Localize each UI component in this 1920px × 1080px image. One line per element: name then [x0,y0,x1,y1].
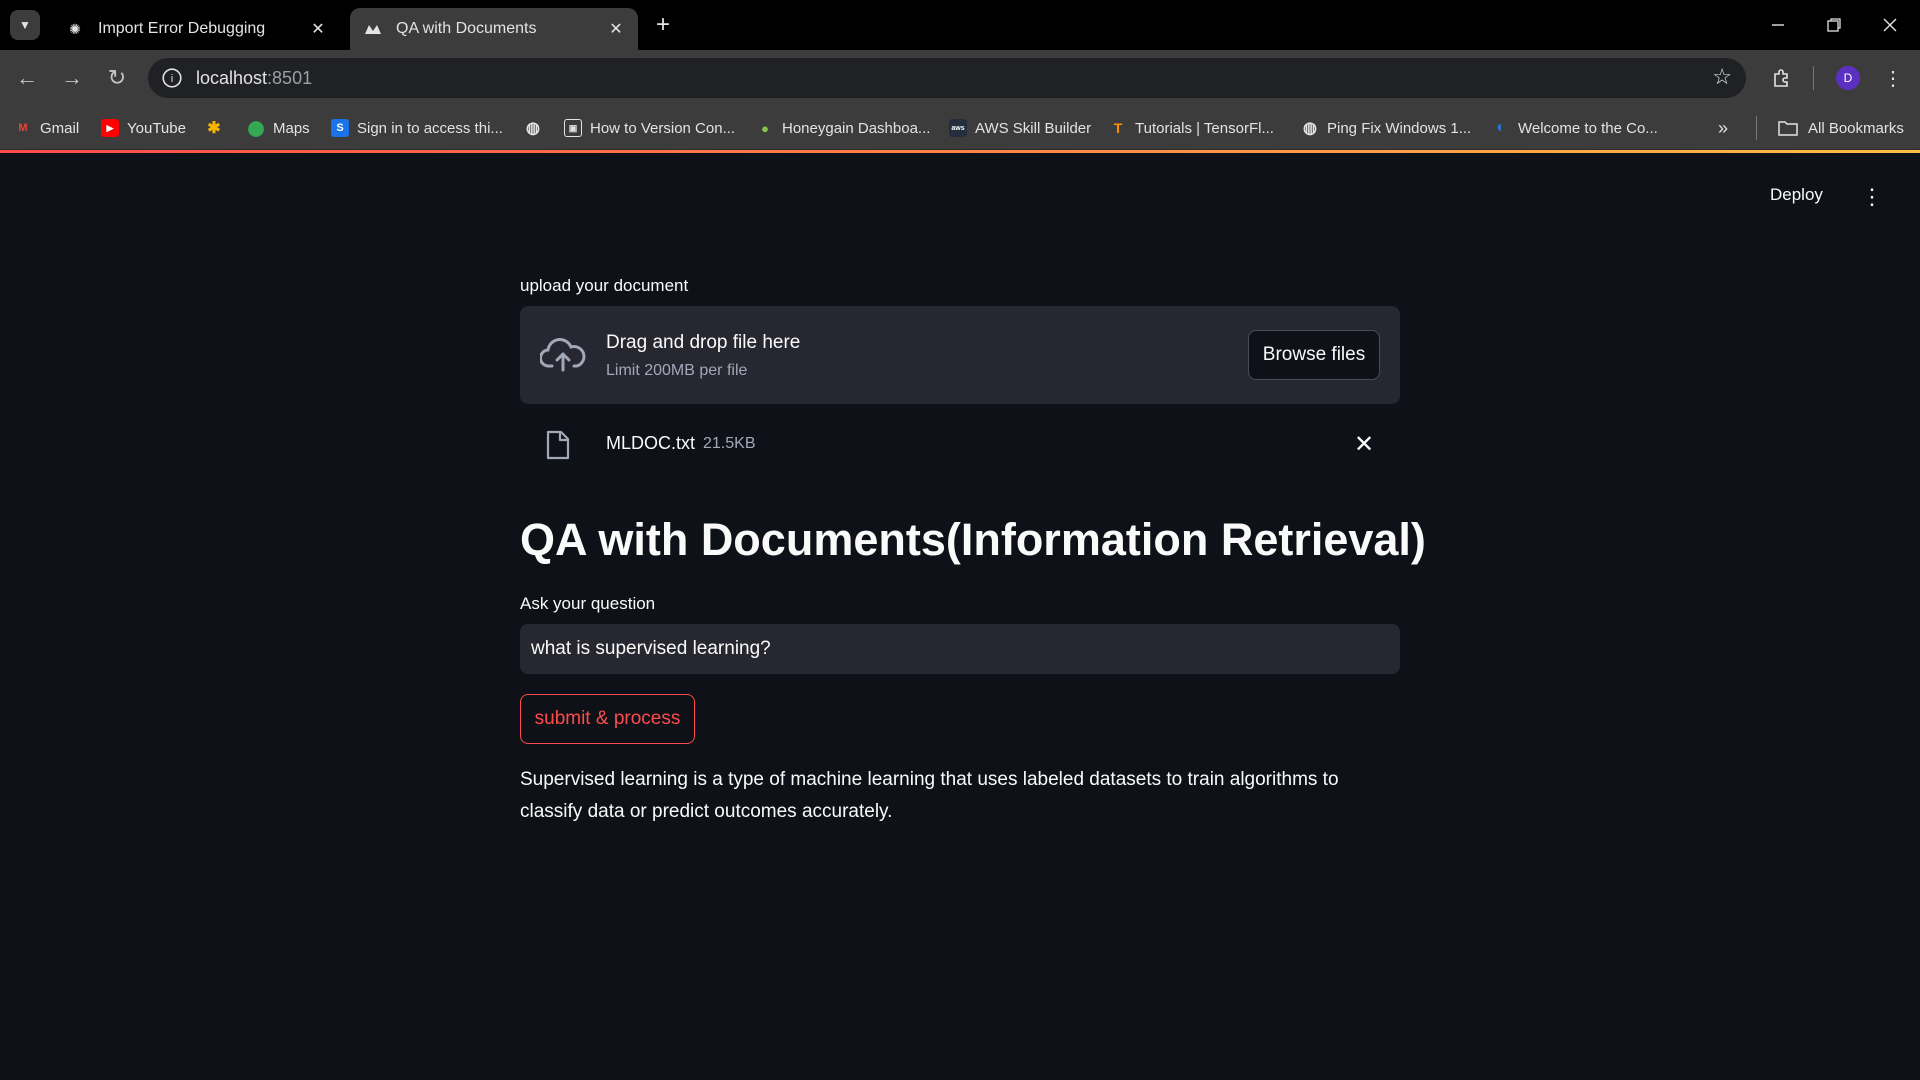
bookmark-label: Sign in to access thi... [357,119,503,137]
double-chevron-right-icon: » [1718,117,1729,138]
file-dropzone[interactable]: Drag and drop file here Limit 200MB per … [520,306,1400,404]
profile-avatar[interactable]: D [1836,66,1860,90]
file-size: 21.5KB [703,435,756,452]
honeygain-icon: ● [761,120,769,136]
bookmark-label: Gmail [40,119,80,137]
tensorflow-icon: T [1113,120,1123,136]
dvc-icon: ▣ [564,119,582,137]
youtube-icon: ▶ [101,119,119,137]
s-icon: S [331,119,349,137]
puzzle-icon [1774,69,1788,87]
main-menu-button[interactable]: ⋮ [1861,183,1883,211]
close-icon[interactable]: ✕ [308,19,328,39]
bookmark-label: Welcome to the Co... [1518,119,1658,137]
tab-qa-with-documents[interactable]: QA with Documents ✕ [350,8,638,50]
arrow-right-icon: → [61,65,83,90]
address-bar[interactable]: i localhost:8501 ☆ [148,58,1746,98]
kebab-menu-icon: ⋮ [1861,184,1883,209]
bookmark-gmail[interactable]: M Gmail [14,116,79,140]
more-bookmarks-button[interactable]: » [1718,116,1728,140]
upload-label: upload your document [520,276,689,295]
bookmark-ping-fix[interactable]: ◍ Ping Fix Windows 1... [1301,116,1471,140]
submit-process-button[interactable]: submit & process [520,694,695,744]
toolbar-divider [1813,66,1814,90]
globe-icon: ◍ [526,120,540,137]
bookmark-youtube[interactable]: ▶ YouTube [101,116,186,140]
bookmark-label: Ping Fix Windows 1... [1327,119,1472,137]
tab-title: QA with Documents [396,20,537,37]
question-label: Ask your question [520,594,656,613]
file-icon [546,430,570,460]
all-bookmarks-button[interactable]: All Bookmarks [1778,116,1904,140]
maps-icon: ⬤ [247,120,265,137]
bookmark-label: How to Version Con... [590,119,736,137]
url-text[interactable]: localhost:8501 [196,68,312,89]
aws-icon: aws [949,119,967,137]
globe-icon: ◍ [1303,120,1317,137]
question-input[interactable] [520,624,1400,674]
uploaded-file-row: MLDOC.txt 21.5KB ✕ [520,420,1400,470]
bookmark-label: Maps [273,119,310,137]
bookmark-maps[interactable]: ⬤ Maps [247,116,310,140]
tab-title: Import Error Debugging [98,20,266,37]
openai-icon: ✺ [69,20,81,37]
site-info-icon[interactable]: i [162,68,182,88]
deploy-button[interactable]: Deploy [1770,185,1823,209]
remove-file-button[interactable]: ✕ [1350,430,1378,458]
arrow-left-icon: ← [16,65,38,90]
file-name: MLDOC.txt [606,433,696,453]
coursera-icon: ◐ [1496,119,1506,136]
chevron-down-icon: ▼ [19,18,31,32]
bookmark-kaggle[interactable]: ✱ [205,116,231,140]
bookmark-coursera[interactable]: ◐ Welcome to the Co... [1492,116,1658,140]
tab-import-error-debugging[interactable]: ✺ Import Error Debugging ✕ [52,8,340,50]
new-tab-button[interactable]: + [650,11,676,38]
close-icon: ✕ [1353,430,1375,458]
bookmarks-divider [1756,116,1757,140]
decoration-bar [0,150,1920,153]
page-title: QA with Documents(Information Retrieval) [520,514,1426,565]
bookmark-star-icon[interactable]: ☆ [1712,64,1732,90]
bookmark-label: Honeygain Dashboa... [782,119,931,137]
restore-icon [1827,18,1841,32]
bookmark-aws[interactable]: aws AWS Skill Builder [949,116,1091,140]
close-icon[interactable]: ✕ [606,19,626,39]
bookmark-label: Tutorials | TensorFl... [1135,119,1274,137]
streamlit-icon [364,20,382,38]
gmail-icon: M [18,122,28,134]
streamlit-page: Deploy ⋮ upload your document Drag and d… [0,150,1920,1080]
browser-toolbar: ← → ↻ i localhost:8501 ☆ ⋮ [0,50,1920,106]
bookmark-label: AWS Skill Builder [975,119,1092,137]
tab-search-button[interactable]: ▼ [10,10,40,40]
kebab-menu-icon: ⋮ [1883,67,1903,90]
reload-icon: ↻ [107,65,127,90]
back-button[interactable]: ← [10,61,44,95]
forward-button[interactable]: → [55,61,89,95]
extensions-button[interactable] [1765,61,1799,95]
bookmark-label: YouTube [127,119,186,137]
bookmarks-bar: M Gmail ▶ YouTube ✱ ⬤ Maps S Sign in to … [0,106,1920,150]
dropzone-limit: Limit 200MB per file [606,362,748,379]
bookmark-globe[interactable]: ◍ [524,116,550,140]
close-window-button[interactable] [1862,0,1918,50]
minimize-icon [1772,24,1784,26]
restore-button[interactable] [1806,0,1862,50]
dropzone-title: Drag and drop file here [606,332,801,353]
bookmark-tensorflow[interactable]: T Tutorials | TensorFl... [1109,116,1274,140]
browse-files-button[interactable]: Browse files [1248,330,1380,380]
browser-menu-button[interactable]: ⋮ [1876,61,1910,95]
answer-text: Supervised learning is a type of machine… [520,769,1339,822]
bookmark-sign-in[interactable]: S Sign in to access thi... [331,116,503,140]
bookmark-version-control[interactable]: ▣ How to Version Con... [564,116,735,140]
minimize-button[interactable] [1750,0,1806,50]
reload-button[interactable]: ↻ [100,61,134,95]
cloud-upload-icon [540,338,586,372]
tab-strip: ▼ ✺ Import Error Debugging ✕ QA with Doc… [0,0,1920,50]
bookmark-label: All Bookmarks [1808,119,1904,137]
close-icon [1883,18,1897,32]
kaggle-icon: ✱ [207,120,221,137]
folder-icon [1778,121,1798,136]
bookmark-honeygain[interactable]: ● Honeygain Dashboa... [756,116,930,140]
